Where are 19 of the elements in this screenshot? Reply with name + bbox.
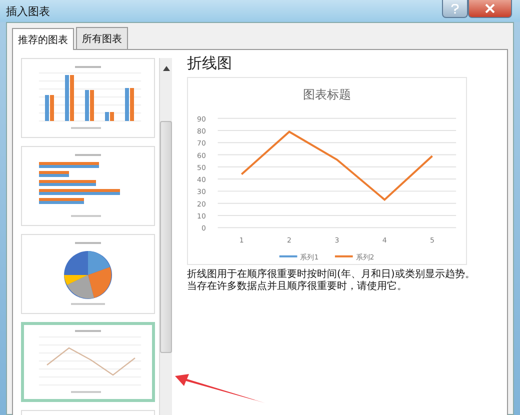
tab[interactable]: 推荐的图表 — [12, 28, 74, 50]
chart-thumbnail[interactable] — [21, 322, 155, 402]
legend-swatch — [334, 255, 353, 258]
chart-type-heading: 折线图 — [187, 54, 233, 73]
chart-thumbnail[interactable] — [21, 146, 155, 226]
chart-thumbnail[interactable] — [21, 58, 155, 138]
scrollbar-thumb[interactable] — [160, 121, 172, 353]
tab[interactable]: 所有图表 — [76, 27, 128, 49]
close-button[interactable] — [468, 0, 512, 18]
help-button[interactable] — [442, 0, 468, 18]
scroll-up-icon[interactable] — [162, 66, 170, 71]
chart-title: 图表标题 — [303, 88, 351, 102]
close-icon — [485, 4, 495, 13]
legend-swatch — [279, 255, 298, 258]
chart-thumbnail[interactable] — [21, 234, 155, 314]
help-icon — [451, 4, 459, 14]
scrollbar[interactable] — [159, 58, 172, 415]
chart-description: 折线图用于在顺序很重要时按时间(年、月和日)或类别显示趋势。当存在许多数据点并且顺序很重要时，请使用它。 — [187, 269, 476, 292]
window-title: 插入图表 — [6, 4, 50, 18]
